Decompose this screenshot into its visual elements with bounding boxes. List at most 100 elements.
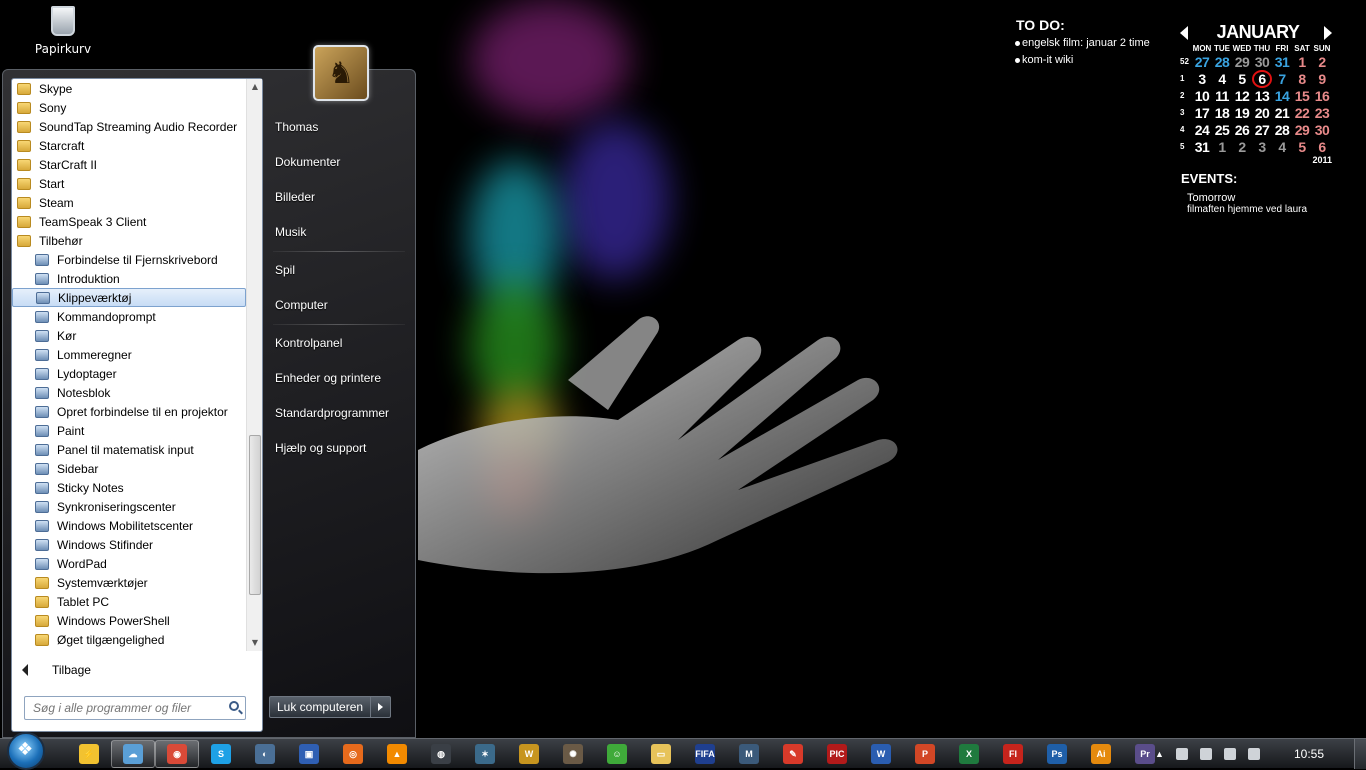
taskbar-button[interactable]: PIC [815,740,859,768]
start-right-item[interactable]: Standardprogrammer [265,396,405,431]
calendar-day[interactable]: 16 [1312,88,1332,104]
taskbar-button[interactable]: FIFA [683,740,727,768]
calendar-day[interactable]: 4 [1272,139,1292,155]
calendar-day[interactable]: 25 [1212,122,1232,138]
taskbar-button[interactable]: M [727,740,771,768]
calendar-day[interactable]: 8 [1292,71,1312,87]
program-item[interactable]: Systemværktøjer [12,573,246,592]
calendar-day[interactable]: 1 [1212,139,1232,155]
program-item[interactable]: StarCraft II [12,155,246,174]
taskbar-button[interactable]: ☁ [111,739,155,768]
programs-scrollbar[interactable]: ▲ ▼ [246,79,262,651]
scroll-thumb[interactable] [249,435,261,595]
action-center-icon[interactable] [1175,748,1188,760]
calendar-day[interactable]: 7 [1272,71,1292,87]
calendar-day[interactable]: 24 [1192,122,1212,138]
calendar-day[interactable]: 3 [1252,139,1272,155]
back-button[interactable]: Tilbage [18,659,91,681]
program-item[interactable]: Starcraft [12,136,246,155]
event-text[interactable]: filmaften hjemme ved laura [1187,204,1338,215]
program-item[interactable]: Panel til matematisk input [12,440,246,459]
program-item[interactable]: Sidebar [12,459,246,478]
calendar-day[interactable]: 31 [1192,139,1212,155]
calendar-day[interactable]: 4 [1212,71,1232,87]
start-right-item[interactable]: Billeder [265,180,405,215]
program-item[interactable]: Steam [12,193,246,212]
start-right-item[interactable]: Enheder og printere [265,361,405,396]
calendar-day[interactable]: 18 [1212,105,1232,121]
calendar-day[interactable]: 13 [1252,88,1272,104]
start-right-item[interactable]: Thomas [265,110,405,145]
program-item[interactable]: Notesblok [12,383,246,402]
program-item[interactable]: Forbindelse til Fjernskrivebord [12,250,246,269]
taskbar-button[interactable]: ▲ [375,740,419,768]
taskbar-button[interactable]: ◎ [331,740,375,768]
program-item[interactable]: Sony [12,98,246,117]
program-item[interactable]: Opret forbindelse til en projektor [12,402,246,421]
taskbar-button[interactable]: P [903,740,947,768]
start-search-input[interactable] [25,697,215,719]
start-search-box[interactable] [24,696,246,720]
volume-muted-icon[interactable] [1247,748,1260,760]
start-button[interactable] [7,731,45,770]
devices-icon[interactable] [1199,748,1212,760]
tray-expand-icon[interactable]: ▲ [1155,749,1164,759]
calendar-day[interactable]: 12 [1232,88,1252,104]
program-item[interactable]: SoundTap Streaming Audio Recorder [12,117,246,136]
calendar-day[interactable]: 19 [1232,105,1252,121]
calendar-day[interactable]: 10 [1192,88,1212,104]
todo-item[interactable]: kom-it wiki [1015,54,1150,71]
calendar-prev-icon[interactable] [1180,26,1188,40]
calendar-day[interactable]: 30 [1252,54,1272,70]
program-item[interactable]: Start [12,174,246,193]
taskbar-button[interactable]: ✎ [771,740,815,768]
calendar-day[interactable]: 1 [1292,54,1312,70]
calendar-day[interactable]: 15 [1292,88,1312,104]
user-picture-avatar[interactable]: ♞ [313,45,369,101]
calendar-day[interactable]: 31 [1272,54,1292,70]
calendar-today[interactable]: 6 [1252,69,1272,88]
program-item[interactable]: Windows PowerShell [12,611,246,630]
todo-item[interactable]: engelsk film: januar 2 time [1015,37,1150,54]
start-right-item[interactable]: Dokumenter [265,145,405,180]
calendar-day[interactable]: 28 [1212,54,1232,70]
taskbar-button[interactable]: ✺ [551,740,595,768]
program-item[interactable]: Windows Mobilitetscenter [12,516,246,535]
calendar-day[interactable]: 21 [1272,105,1292,121]
taskbar-button[interactable]: ◍ [419,740,463,768]
calendar-day[interactable]: 2 [1312,54,1332,70]
program-item[interactable]: Lydoptager [12,364,246,383]
search-icon[interactable] [229,701,239,711]
shutdown-options-arrow-icon[interactable] [371,696,392,718]
calendar-next-icon[interactable] [1324,26,1332,40]
calendar-day[interactable]: 26 [1232,122,1252,138]
start-right-item[interactable]: Hjælp og support [265,431,405,466]
calendar-day[interactable]: 5 [1292,139,1312,155]
program-item[interactable]: Kør [12,326,246,345]
calendar-day[interactable]: 23 [1312,105,1332,121]
clock[interactable]: 10:55 [1294,747,1324,761]
start-right-item[interactable]: Kontrolpanel [265,326,405,361]
calendar-day[interactable]: 27 [1192,54,1212,70]
calendar-day[interactable]: 14 [1272,88,1292,104]
calendar-day[interactable]: 9 [1312,71,1332,87]
calendar-day[interactable]: 27 [1252,122,1272,138]
calendar-day[interactable]: 11 [1212,88,1232,104]
taskbar-button[interactable]: ✶ [463,740,507,768]
program-item[interactable]: Windows Stifinder [12,535,246,554]
program-item[interactable]: Klippeværktøj [12,288,246,307]
calendar-day[interactable]: 17 [1192,105,1212,121]
calendar-day[interactable]: 5 [1232,71,1252,87]
program-item[interactable]: Lommeregner [12,345,246,364]
program-item[interactable]: Synkroniseringscenter [12,497,246,516]
recycle-bin[interactable]: Papirkurv [30,6,96,56]
taskbar-button[interactable]: ☺ [595,740,639,768]
program-item[interactable]: Kommandoprompt [12,307,246,326]
taskbar-button[interactable]: W [859,740,903,768]
calendar-day[interactable]: 20 [1252,105,1272,121]
taskbar-button[interactable]: ◐ [243,740,287,768]
taskbar-button[interactable]: ◉ [155,739,199,768]
calendar-day[interactable]: 30 [1312,122,1332,138]
calendar-day[interactable]: 29 [1232,54,1252,70]
show-desktop-button[interactable] [1354,739,1366,769]
